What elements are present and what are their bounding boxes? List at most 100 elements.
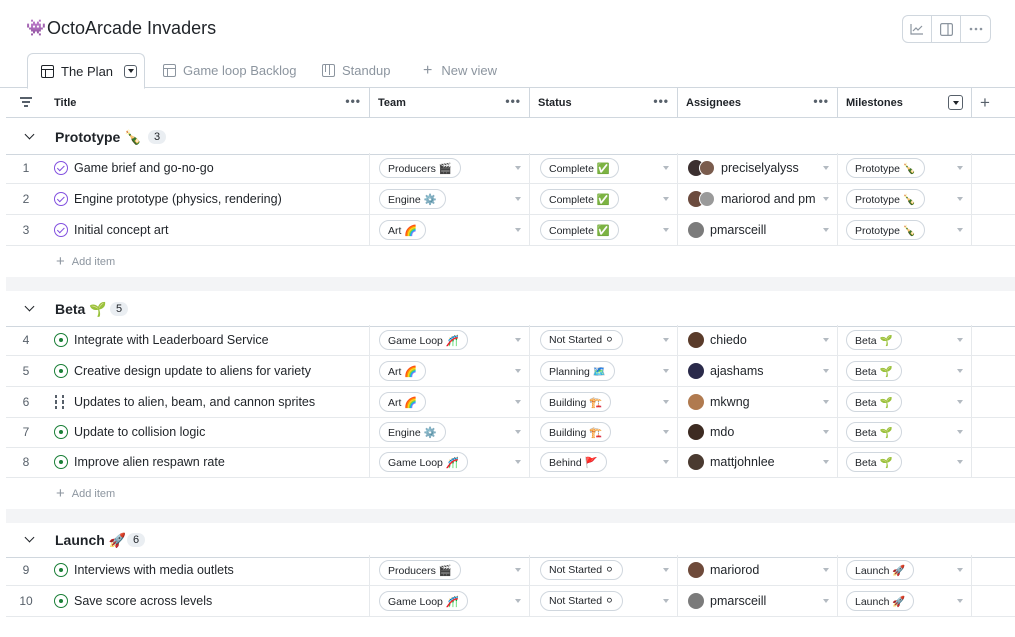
status-cell[interactable]: Complete ✅ [530, 215, 678, 245]
table-row[interactable]: 5 Creative design update to aliens for va… [6, 356, 1015, 387]
chevron-down-icon[interactable] [515, 599, 521, 603]
item-title[interactable]: Update to collision logic [74, 425, 205, 439]
chevron-down-icon[interactable] [663, 568, 669, 572]
chevron-down-icon[interactable] [823, 228, 829, 232]
title-cell[interactable]: Save score across levels [46, 586, 370, 616]
status-cell[interactable]: Complete ✅ [530, 184, 678, 214]
team-cell[interactable]: Art 🌈 [370, 387, 530, 417]
title-cell[interactable]: Integrate with Leaderboard Service [46, 325, 370, 355]
milestone-cell[interactable]: Beta 🌱 [838, 325, 972, 355]
chevron-down-icon[interactable] [663, 400, 669, 404]
assignees-cell[interactable]: mariorod and pm [678, 184, 838, 214]
chevron-down-icon[interactable] [823, 460, 829, 464]
item-title[interactable]: Initial concept art [74, 223, 169, 237]
assignees-cell[interactable]: pmarsceill [678, 215, 838, 245]
milestone-cell[interactable]: Prototype 🍾 [838, 215, 972, 245]
chevron-down-icon[interactable] [663, 430, 669, 434]
chevron-down-icon[interactable] [823, 568, 829, 572]
chevron-down-icon[interactable] [957, 568, 963, 572]
item-title[interactable]: Integrate with Leaderboard Service [74, 333, 269, 347]
assignees-cell[interactable]: mkwng [678, 387, 838, 417]
chevron-down-icon[interactable] [515, 430, 521, 434]
add-item-button[interactable]: + Add item [6, 246, 1015, 277]
chevron-down-icon[interactable] [957, 197, 963, 201]
milestone-cell[interactable]: Beta 🌱 [838, 387, 972, 417]
status-cell[interactable]: Not Started ⚪ [530, 555, 678, 585]
milestone-cell[interactable]: Launch 🚀 [838, 586, 972, 616]
chevron-down-icon[interactable] [957, 460, 963, 464]
chevron-down-icon[interactable] [515, 338, 521, 342]
chevron-down-icon[interactable] [515, 568, 521, 572]
chevron-down-icon[interactable] [823, 400, 829, 404]
assignees-cell[interactable]: ajashams [678, 356, 838, 386]
tab-standup[interactable]: Standup [322, 53, 390, 88]
status-cell[interactable]: Building 🏗️ [530, 387, 678, 417]
chevron-down-icon[interactable] [515, 197, 521, 201]
chevron-down-icon[interactable] [823, 369, 829, 373]
milestone-cell[interactable]: Prototype 🍾 [838, 184, 972, 214]
chevron-down-icon[interactable] [663, 460, 669, 464]
title-cell[interactable]: Initial concept art [46, 215, 370, 245]
column-menu-icon[interactable]: ••• [505, 95, 521, 107]
chevron-down-icon[interactable] [663, 228, 669, 232]
group-header-prototype[interactable]: Prototype 🍾 3 [6, 119, 1015, 155]
table-row[interactable]: 10 Save score across levels Game Loop 🎢 Not… [6, 586, 1015, 617]
table-row[interactable]: 4 Integrate with Leaderboard Service Game … [6, 325, 1015, 356]
assignees-cell[interactable]: mattjohnlee [678, 447, 838, 477]
title-cell[interactable]: Creative design update to aliens for var… [46, 356, 370, 386]
item-title[interactable]: Updates to alien, beam, and cannon sprit… [74, 395, 315, 409]
tab-menu-icon[interactable] [124, 64, 138, 78]
insights-icon[interactable] [903, 16, 932, 42]
column-title[interactable]: Title ••• [46, 88, 370, 118]
status-cell[interactable]: Not Started ⚪ [530, 325, 678, 355]
table-row[interactable]: 9 Interviews with media outlets Producers … [6, 555, 1015, 586]
table-row[interactable]: 2 Engine prototype (physics, rendering) En… [6, 184, 1015, 215]
project-title[interactable]: OctoArcade Invaders [47, 18, 216, 39]
title-cell[interactable]: Interviews with media outlets [46, 555, 370, 585]
column-status[interactable]: Status ••• [530, 88, 678, 118]
chevron-down-icon[interactable] [957, 228, 963, 232]
chevron-down-icon[interactable] [957, 599, 963, 603]
tab-game-loop-backlog[interactable]: Game loop Backlog [163, 53, 296, 88]
column-milestones[interactable]: Milestones [838, 88, 972, 118]
more-icon[interactable] [961, 16, 990, 42]
team-cell[interactable]: Game Loop 🎢 [370, 586, 530, 616]
milestone-cell[interactable]: Prototype 🍾 [838, 153, 972, 183]
chevron-down-icon[interactable] [957, 338, 963, 342]
status-cell[interactable]: Behind 🚩 [530, 447, 678, 477]
title-cell[interactable]: Update to collision logic [46, 417, 370, 447]
column-menu-icon[interactable]: ••• [345, 95, 361, 107]
chevron-down-icon[interactable] [948, 95, 963, 110]
tab-the-plan[interactable]: The Plan [27, 53, 145, 89]
milestone-cell[interactable]: Launch 🚀 [838, 555, 972, 585]
team-cell[interactable]: Game Loop 🎢 [370, 325, 530, 355]
status-cell[interactable]: Not Started ⚪ [530, 586, 678, 616]
column-menu-icon[interactable]: ••• [813, 95, 829, 107]
side-panel-icon[interactable] [932, 16, 961, 42]
chevron-down-icon[interactable] [823, 338, 829, 342]
chevron-down-icon[interactable] [24, 532, 35, 543]
chevron-down-icon[interactable] [515, 166, 521, 170]
chevron-down-icon[interactable] [515, 369, 521, 373]
chevron-down-icon[interactable] [957, 369, 963, 373]
assignees-cell[interactable]: pmarsceill [678, 586, 838, 616]
item-title[interactable]: Creative design update to aliens for var… [74, 364, 311, 378]
table-row[interactable]: 3 Initial concept art Art 🌈 Complete ✅ pmars… [6, 215, 1015, 246]
milestone-cell[interactable]: Beta 🌱 [838, 417, 972, 447]
team-cell[interactable]: Engine ⚙️ [370, 417, 530, 447]
chevron-down-icon[interactable] [24, 301, 35, 312]
table-row[interactable]: 6 Updates to alien, beam, and cannon spri… [6, 387, 1015, 418]
item-title[interactable]: Improve alien respawn rate [74, 455, 225, 469]
chevron-down-icon[interactable] [24, 129, 35, 140]
team-cell[interactable]: Producers 🎬 [370, 555, 530, 585]
chevron-down-icon[interactable] [823, 197, 829, 201]
chevron-down-icon[interactable] [957, 430, 963, 434]
group-header-launch[interactable]: Launch 🚀 6 [6, 522, 1015, 558]
team-cell[interactable]: Game Loop 🎢 [370, 447, 530, 477]
table-row[interactable]: 8 Improve alien respawn rate Game Loop 🎢 Be… [6, 447, 1015, 478]
item-title[interactable]: Save score across levels [74, 594, 212, 608]
item-title[interactable]: Game brief and go-no-go [74, 161, 214, 175]
column-team[interactable]: Team ••• [370, 88, 530, 118]
title-cell[interactable]: Engine prototype (physics, rendering) [46, 184, 370, 214]
milestone-cell[interactable]: Beta 🌱 [838, 356, 972, 386]
